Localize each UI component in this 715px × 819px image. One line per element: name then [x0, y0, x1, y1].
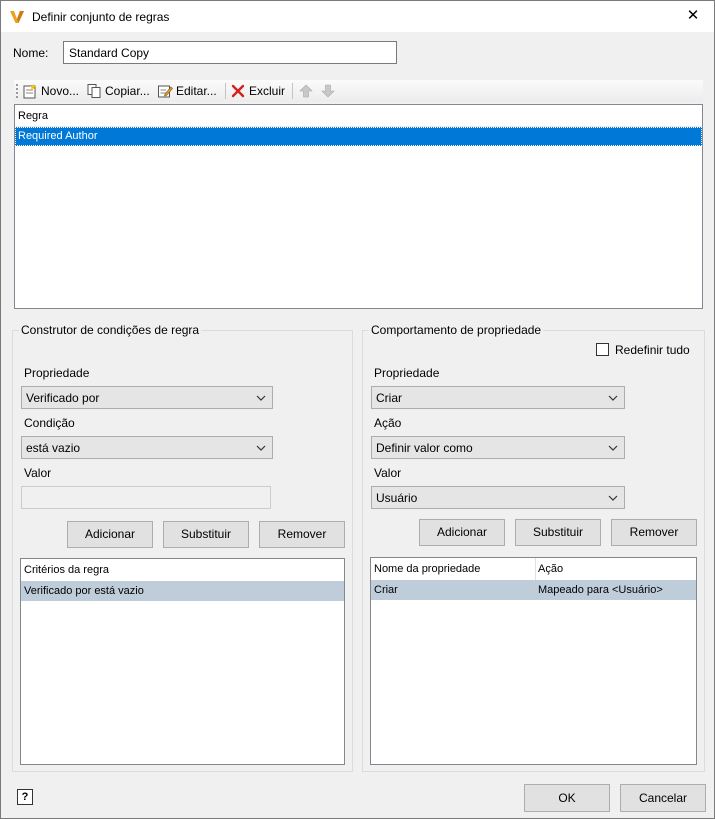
- name-input[interactable]: [63, 41, 397, 64]
- behavior-remove-button[interactable]: Remover: [611, 519, 697, 546]
- new-document-icon: [23, 84, 36, 99]
- delete-x-icon: [231, 84, 245, 98]
- delete-rule-label: Excluir: [249, 84, 286, 98]
- help-icon[interactable]: ?: [17, 789, 33, 805]
- behavior-property-value: Criar: [376, 391, 402, 405]
- behavior-add-button[interactable]: Adicionar: [419, 519, 505, 546]
- rule-set-dialog: Definir conjunto de regras ✕ Nome: Novo.…: [0, 0, 715, 819]
- new-rule-label: Novo...: [41, 84, 80, 98]
- toolbar-separator: [225, 83, 226, 99]
- chevron-down-icon: [608, 395, 618, 401]
- criteria-cell: Verificado por está vazio: [24, 585, 144, 597]
- list-item[interactable]: Required Author: [15, 127, 702, 146]
- behavior-replace-button[interactable]: Substituir: [515, 519, 601, 546]
- condition-dropdown[interactable]: está vazio: [21, 436, 273, 459]
- action-cell: Mapeado para <Usuário>: [538, 584, 663, 596]
- property-name-column-header[interactable]: Nome da propriedade: [371, 558, 535, 580]
- action-dropdown-value: Definir valor como: [376, 441, 473, 455]
- condition-dropdown-value: está vazio: [26, 441, 81, 455]
- table-row[interactable]: Criar Mapeado para <Usuário>: [371, 580, 696, 600]
- behavior-property-dropdown[interactable]: Criar: [371, 386, 625, 409]
- condition-remove-button[interactable]: Remover: [259, 521, 345, 548]
- property-behavior-list[interactable]: Nome da propriedade Ação Criar Mapeado p…: [370, 557, 697, 765]
- rule-criteria-list[interactable]: Critérios da regra Verificado por está v…: [20, 558, 345, 765]
- arrow-up-icon: [299, 84, 313, 98]
- delete-rule-button[interactable]: Excluir: [230, 81, 285, 101]
- behavior-value-dropdown[interactable]: Usuário: [371, 486, 625, 509]
- chevron-down-icon: [256, 395, 266, 401]
- reset-all-checkbox[interactable]: [596, 343, 609, 356]
- property-dropdown[interactable]: Verificado por: [21, 386, 273, 409]
- cancel-button[interactable]: Cancelar: [620, 784, 706, 812]
- rules-toolbar: Novo... Copiar... Editar... Excluir: [14, 80, 703, 102]
- property-behavior-title: Comportamento de propriedade: [369, 323, 544, 337]
- property-dropdown-value: Verificado por: [26, 391, 100, 405]
- copy-rule-button[interactable]: Copiar...: [86, 81, 150, 101]
- chevron-down-icon: [608, 495, 618, 501]
- condition-label: Condição: [24, 416, 75, 430]
- edit-rule-label: Editar...: [176, 84, 217, 98]
- copy-rule-label: Copiar...: [105, 84, 150, 98]
- chevron-down-icon: [608, 445, 618, 451]
- behavior-property-label: Propriedade: [374, 366, 440, 380]
- value-label: Valor: [24, 466, 52, 480]
- property-name-cell: Criar: [374, 584, 398, 596]
- close-icon[interactable]: ✕: [678, 4, 708, 28]
- rules-column-header[interactable]: Regra: [15, 105, 702, 127]
- reset-all-label[interactable]: Redefinir tudo: [615, 343, 690, 357]
- ok-button[interactable]: OK: [524, 784, 610, 812]
- behavior-value-value: Usuário: [376, 491, 418, 505]
- vault-logo-icon: [10, 11, 24, 23]
- edit-rule-button[interactable]: Editar...: [157, 81, 217, 101]
- window-title: Definir conjunto de regras: [32, 10, 170, 24]
- criteria-column-header[interactable]: Critérios da regra: [21, 559, 344, 581]
- edit-icon: [158, 85, 173, 98]
- move-up-button[interactable]: [298, 81, 314, 101]
- condition-replace-button[interactable]: Substituir: [163, 521, 249, 548]
- action-dropdown[interactable]: Definir valor como: [371, 436, 625, 459]
- new-rule-button[interactable]: Novo...: [22, 81, 79, 101]
- condition-builder-title: Construtor de condições de regra: [19, 323, 202, 337]
- arrow-down-icon: [321, 84, 335, 98]
- behavior-value-label: Valor: [374, 466, 402, 480]
- copy-icon: [87, 84, 101, 98]
- chevron-down-icon: [256, 445, 266, 451]
- action-column-header[interactable]: Ação: [535, 558, 695, 580]
- move-down-button[interactable]: [320, 81, 336, 101]
- action-label: Ação: [374, 416, 402, 430]
- list-item[interactable]: Verificado por está vazio: [21, 581, 344, 601]
- toolbar-grip: [16, 84, 19, 98]
- title-bar: Definir conjunto de regras ✕: [1, 1, 714, 32]
- condition-add-button[interactable]: Adicionar: [67, 521, 153, 548]
- value-input[interactable]: [21, 486, 271, 509]
- toolbar-separator: [292, 83, 293, 99]
- rules-list[interactable]: Regra Required Author: [14, 104, 703, 309]
- name-label: Nome:: [13, 46, 49, 60]
- property-label: Propriedade: [24, 366, 90, 380]
